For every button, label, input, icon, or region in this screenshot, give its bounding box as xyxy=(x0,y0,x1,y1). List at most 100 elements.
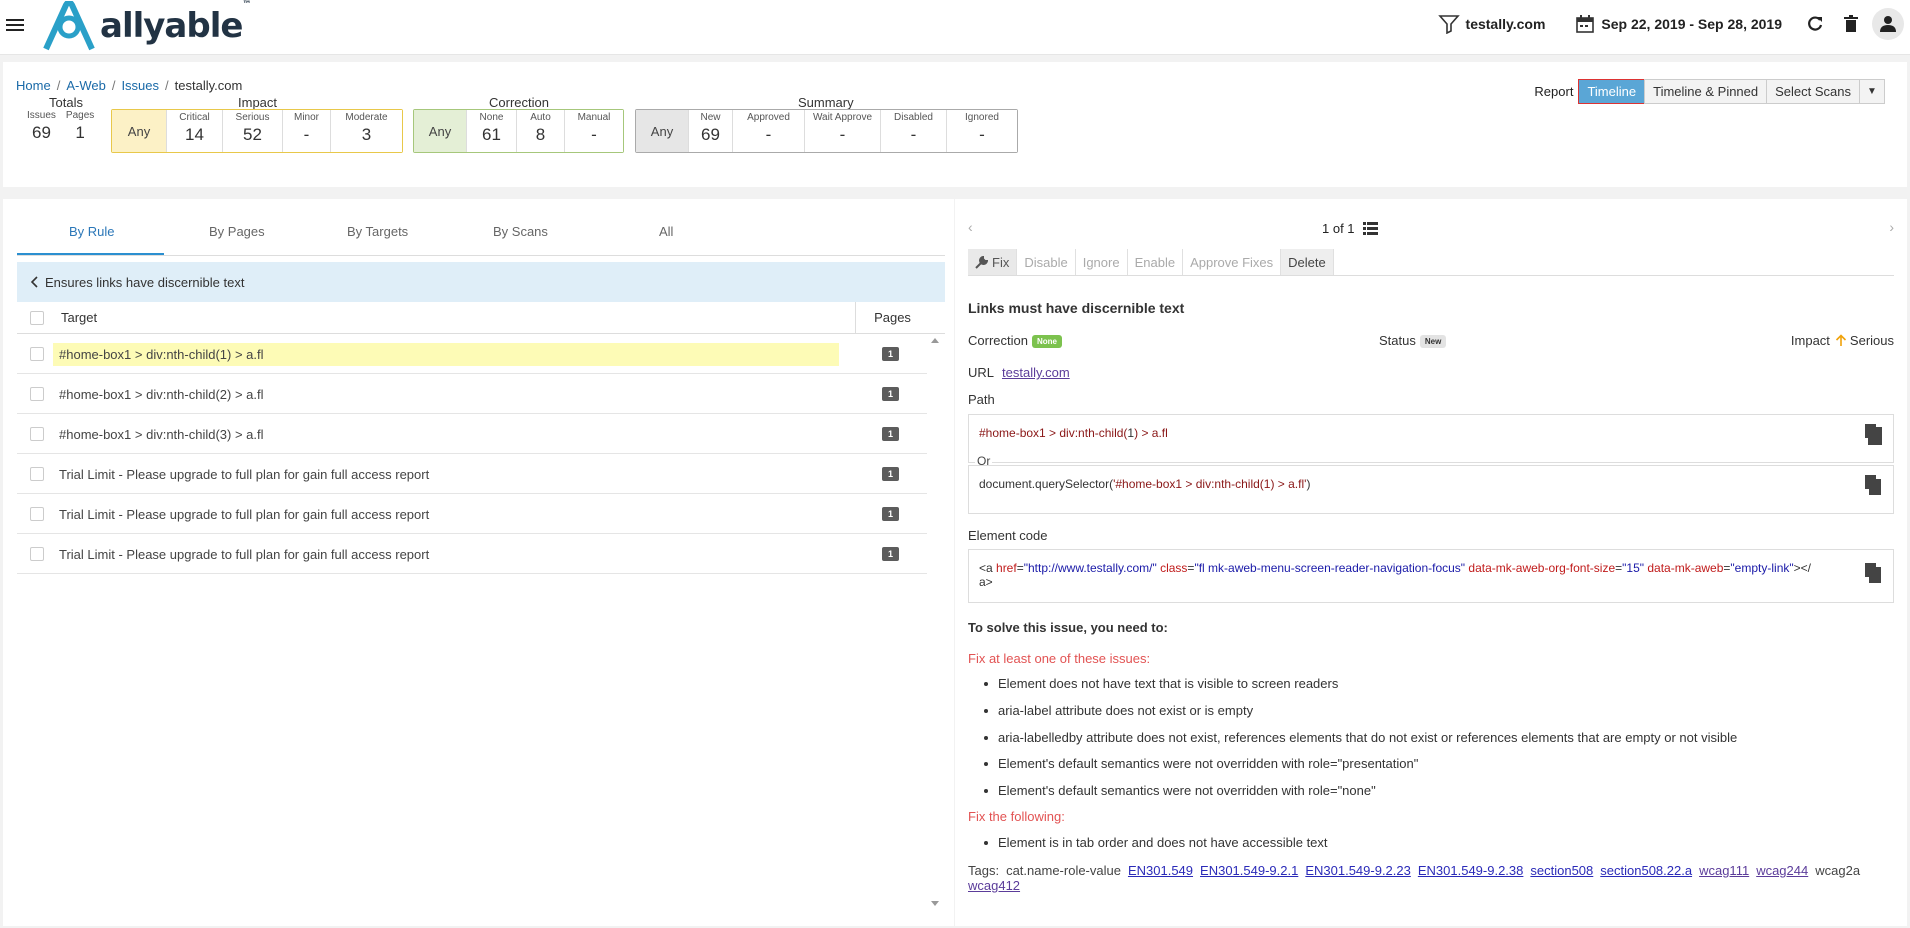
disable-button[interactable]: Disable xyxy=(1017,249,1076,275)
select-all-checkbox[interactable] xyxy=(30,311,44,325)
site-filter[interactable]: testally.com xyxy=(1437,14,1545,34)
tag-link[interactable]: EN301.549-9.2.23 xyxy=(1305,863,1411,878)
row-pages-badge: 1 xyxy=(882,467,899,481)
top-bar: allyable™ testally.com Sep 22, 2019 - Se… xyxy=(0,0,1910,55)
row-target: #home-box1 > div:nth-child(2) > a.fl xyxy=(59,387,264,402)
summary-disabled[interactable]: Disabled - xyxy=(880,110,946,152)
fix-any-heading: Fix at least one of these issues: xyxy=(968,651,1151,666)
report-timeline-button[interactable]: Timeline xyxy=(1578,79,1646,104)
total-pages: 1 xyxy=(75,123,85,142)
summary-approved[interactable]: Approved - xyxy=(732,110,804,152)
menu-icon[interactable] xyxy=(6,16,24,32)
summary-any[interactable]: Any xyxy=(636,110,688,152)
delete-button[interactable]: Delete xyxy=(1281,249,1334,275)
tag-link[interactable]: EN301.549-9.2.38 xyxy=(1418,863,1524,878)
row-checkbox[interactable] xyxy=(30,547,44,561)
ignore-button[interactable]: Ignore xyxy=(1076,249,1128,275)
scroll-up-arrow[interactable] xyxy=(931,338,939,343)
table-row[interactable]: Trial Limit - Please upgrade to full pla… xyxy=(17,494,927,534)
total-issues: 69 xyxy=(31,123,51,142)
breadcrumb-home[interactable]: Home xyxy=(16,78,51,93)
enable-button[interactable]: Enable xyxy=(1128,249,1184,275)
target-list: #home-box1 > div:nth-child(1) > a.fl 1 #… xyxy=(17,334,927,574)
impact-minor[interactable]: Minor - xyxy=(282,110,330,152)
summary-wait-approve[interactable]: Wait Approve - xyxy=(804,110,880,152)
tab-by-pages[interactable]: By Pages xyxy=(209,224,265,239)
date-range-picker[interactable]: Sep 22, 2019 - Sep 28, 2019 xyxy=(1575,14,1782,34)
breadcrumb-aweb[interactable]: A-Web xyxy=(66,78,106,93)
impact-critical[interactable]: Critical 14 xyxy=(166,110,222,152)
refresh-icon[interactable] xyxy=(1800,9,1830,39)
list-scrollbar[interactable] xyxy=(928,334,942,906)
tab-by-scans[interactable]: By Scans xyxy=(493,224,548,239)
summary-new[interactable]: New 69 xyxy=(688,110,732,152)
tab-by-rule[interactable]: By Rule xyxy=(69,224,115,239)
breadcrumb-issues[interactable]: Issues xyxy=(121,78,159,93)
list-item: aria-label attribute does not exist or i… xyxy=(983,703,1254,718)
row-checkbox[interactable] xyxy=(30,507,44,521)
copy-icon[interactable] xyxy=(1864,562,1882,584)
row-checkbox[interactable] xyxy=(30,427,44,441)
tab-by-targets[interactable]: By Targets xyxy=(347,224,408,239)
chevron-left-icon[interactable]: ‹ xyxy=(968,219,973,235)
correction-any[interactable]: Any xyxy=(414,110,466,152)
date-range: Sep 22, 2019 - Sep 28, 2019 xyxy=(1601,15,1782,32)
table-row[interactable]: #home-box1 > div:nth-child(3) > a.fl 1 xyxy=(17,414,927,454)
logo-a-icon xyxy=(43,1,95,51)
summary-ignored[interactable]: Ignored - xyxy=(946,110,1017,152)
table-row[interactable]: Trial Limit - Please upgrade to full pla… xyxy=(17,534,927,574)
correction-auto[interactable]: Auto 8 xyxy=(516,110,564,152)
issue-detail-panel: ‹ 1 of 1 › Fix Disable Ignore Enable App… xyxy=(955,199,1907,926)
logo[interactable]: allyable™ xyxy=(40,0,251,52)
copy-icon[interactable] xyxy=(1864,474,1882,496)
issue-actions: Fix Disable Ignore Enable Approve Fixes … xyxy=(968,249,1894,276)
impact-serious[interactable]: Serious 52 xyxy=(222,110,282,152)
issue-url-link[interactable]: testally.com xyxy=(1002,365,1070,380)
correction-filter: Any None 61 Auto 8 Manual - xyxy=(413,109,624,153)
tab-all[interactable]: All xyxy=(659,224,673,239)
top-right-tools: testally.com Sep 22, 2019 - Sep 28, 2019 xyxy=(1437,0,1910,47)
tag-plain: wcag2a xyxy=(1815,863,1861,878)
row-checkbox[interactable] xyxy=(30,467,44,481)
tag-link[interactable]: wcag244 xyxy=(1756,863,1808,878)
view-tabs: By Rule By Pages By Targets By Scans All xyxy=(17,199,945,256)
impact-any[interactable]: Any xyxy=(112,110,166,152)
approve-fixes-button[interactable]: Approve Fixes xyxy=(1183,249,1282,275)
row-target: Trial Limit - Please upgrade to full pla… xyxy=(59,467,430,482)
trash-icon[interactable] xyxy=(1836,9,1866,39)
calendar-icon xyxy=(1576,14,1595,33)
select-scans-button[interactable]: Select Scans xyxy=(1766,79,1860,104)
list-item: Element's default semantics were not ove… xyxy=(983,756,1419,771)
row-checkbox[interactable] xyxy=(30,347,44,361)
table-row[interactable]: Trial Limit - Please upgrade to full pla… xyxy=(17,454,927,494)
report-selector: Report Timeline Timeline & Pinned Select… xyxy=(1534,79,1885,104)
tag-link[interactable]: wcag111 xyxy=(1699,863,1749,878)
correction-none[interactable]: None 61 xyxy=(466,110,516,152)
impact-moderate[interactable]: Moderate 3 xyxy=(330,110,402,152)
table-row[interactable]: #home-box1 > div:nth-child(2) > a.fl 1 xyxy=(17,374,927,414)
scroll-down-arrow[interactable] xyxy=(931,901,939,906)
list-icon[interactable] xyxy=(1362,222,1378,235)
breadcrumb-current: testally.com xyxy=(174,78,243,93)
select-scans-caret[interactable]: ▼ xyxy=(1859,79,1885,104)
copy-icon[interactable] xyxy=(1864,423,1882,445)
chevron-right-icon[interactable]: › xyxy=(1889,219,1894,235)
tag-link[interactable]: wcag412 xyxy=(968,878,1020,893)
fix-button[interactable]: Fix xyxy=(968,249,1018,275)
issue-title: Links must have discernible text xyxy=(968,300,1185,316)
tag-link[interactable]: section508 xyxy=(1530,863,1593,878)
row-checkbox[interactable] xyxy=(30,387,44,401)
correction-manual[interactable]: Manual - xyxy=(564,110,623,152)
row-pages-badge: 1 xyxy=(882,427,899,441)
summary-filter: Any New 69 Approved - Wait Approve - Disabl… xyxy=(635,109,1018,153)
table-row[interactable]: #home-box1 > div:nth-child(1) > a.fl 1 xyxy=(17,334,927,374)
summary-panel: Home / A-Web / Issues / testally.com Report Ti… xyxy=(3,62,1907,187)
tag-link[interactable]: section508.22.a xyxy=(1600,863,1692,878)
arrow-up-icon xyxy=(1835,334,1846,346)
tag-link[interactable]: EN301.549 xyxy=(1128,863,1193,878)
user-icon[interactable] xyxy=(1872,7,1904,40)
report-timeline-pinned-button[interactable]: Timeline & Pinned xyxy=(1644,79,1768,104)
path-selector-box: #home-box1 > div:nth-child(1) > a.fl xyxy=(968,414,1894,463)
rule-header[interactable]: Ensures links have discernible text xyxy=(17,262,945,302)
tag-link[interactable]: EN301.549-9.2.1 xyxy=(1200,863,1298,878)
